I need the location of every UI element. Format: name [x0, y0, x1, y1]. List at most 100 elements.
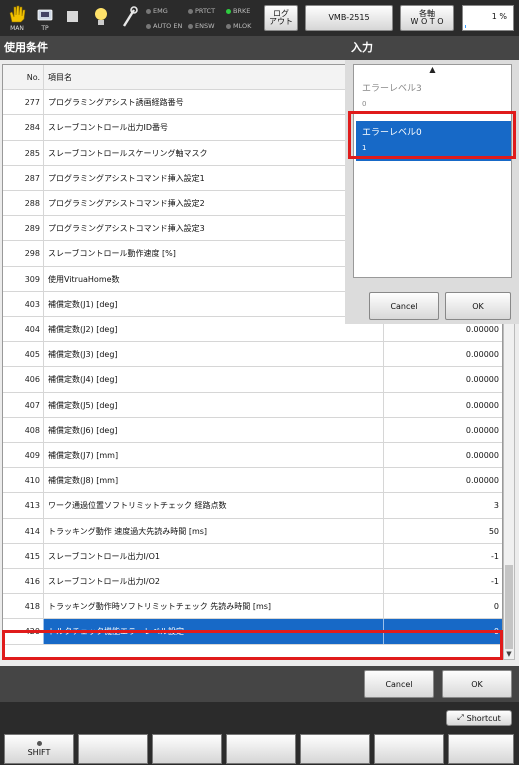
action-bar: Cancel OK [0, 666, 519, 702]
input-ok-button[interactable]: OK [445, 292, 511, 320]
row-name: 補償定数(J6) [deg] [43, 417, 383, 442]
row-name: 補償定数(J1) [deg] [43, 291, 383, 316]
table-row[interactable]: 418 トラッキング動作時ソフトリミットチェック 先読み時間 [ms] 0 [3, 594, 502, 620]
function-key-1[interactable] [78, 734, 148, 764]
row-number: 408 [24, 425, 40, 435]
table-row[interactable]: 420 トルクチェック機能エラーレベル設定 0 [3, 619, 502, 645]
top-status-bar: MAN TP EMG PRTCT BRKE AUTO EN ENSW MLOK … [0, 0, 519, 36]
function-key-6[interactable] [448, 734, 514, 764]
coordinate-button[interactable]: 各軸 W O T O [400, 5, 454, 31]
row-number: 413 [24, 501, 40, 511]
wrench-icon[interactable] [116, 4, 142, 32]
row-value: -1 [383, 569, 502, 594]
row-value: 0.00000 [383, 417, 502, 442]
row-number: 309 [24, 274, 40, 284]
row-number: 285 [24, 148, 40, 158]
table-row[interactable]: 409 補償定数(J7) [mm] 0.00000 [3, 443, 502, 469]
tp-label: TP [41, 25, 49, 32]
row-number: 415 [24, 551, 40, 561]
mode-label: MAN [10, 25, 24, 32]
option-value: 1 [362, 144, 367, 152]
row-value: 0.00000 [383, 342, 502, 367]
row-number: 288 [24, 199, 40, 208]
row-name: ワーク通過位置ソフトリミットチェック 経路点数 [43, 493, 383, 518]
table-row[interactable]: 415 スレーブコントロール出力I/O1 -1 [3, 543, 502, 569]
scroll-down-icon[interactable]: ▼ [504, 649, 514, 659]
row-name: プログラミングアシスト誘画経路番号 [43, 90, 383, 115]
row-name: プログラミングアシストコマンド挿入設定1 [43, 165, 383, 190]
row-number: 416 [24, 577, 40, 586]
shortcut-button[interactable]: ⤢ Shortcut [446, 710, 512, 726]
input-panel-title: 入力 [345, 36, 519, 60]
row-value: 0.00000 [383, 392, 502, 417]
function-key-2[interactable] [152, 734, 222, 764]
lamp-dot [188, 23, 193, 29]
row-name: トラッキング動作 速度過大先読み時間 [ms] [43, 518, 383, 543]
shift-key[interactable]: SHIFT [4, 734, 74, 764]
lamp-dot [226, 8, 231, 14]
row-number: 403 [24, 299, 40, 309]
stop-icon[interactable] [60, 4, 86, 32]
scrollbar-thumb[interactable] [505, 565, 513, 649]
row-name: トラッキング動作時ソフトリミットチェック 先読み時間 [ms] [43, 594, 383, 619]
row-value: 0 [383, 594, 502, 619]
row-number: 405 [24, 350, 40, 360]
row-name: 補償定数(J3) [deg] [43, 342, 383, 367]
row-name: スレーブコントロール動作速度 [%] [43, 241, 383, 266]
option-error-level-0[interactable]: エラーレベル0 1 [356, 121, 511, 161]
lamp-brke: BRKE [226, 7, 250, 15]
logout-button[interactable]: ログ アウト [264, 5, 298, 31]
bulb-icon[interactable] [88, 4, 114, 32]
option-list: ▲ エラーレベル3 0 エラーレベル0 1 [353, 64, 512, 278]
cancel-button[interactable]: Cancel [364, 670, 434, 698]
table-row[interactable]: 414 トラッキング動作 速度過大先読み時間 [ms] 50 [3, 518, 502, 544]
row-number: 277 [24, 98, 40, 108]
table-row[interactable]: 406 補償定数(J4) [deg] 0.00000 [3, 367, 502, 393]
row-number: 410 [24, 476, 40, 486]
header-name: 項目名 [43, 65, 383, 90]
table-row[interactable]: 405 補償定数(J3) [deg] 0.00000 [3, 342, 502, 368]
row-value: -1 [383, 543, 502, 568]
input-panel: ▲ エラーレベル3 0 エラーレベル0 1 Cancel OK [345, 60, 519, 324]
row-number: 406 [24, 375, 40, 385]
ok-button[interactable]: OK [442, 670, 512, 698]
row-value: 0 [383, 619, 502, 644]
row-name: 使用VitruaHome数 [43, 266, 383, 291]
row-name: 補償定数(J8) [mm] [43, 468, 383, 493]
lamp-mlok: MLOK [226, 22, 251, 30]
row-number: 284 [24, 123, 40, 133]
row-value: 0.00000 [383, 443, 502, 468]
row-name: 補償定数(J7) [mm] [43, 443, 383, 468]
scroll-up-icon[interactable]: ▲ [354, 65, 511, 75]
shift-dot-icon [36, 741, 42, 746]
lamp-dot [188, 8, 193, 14]
row-number: 287 [24, 173, 40, 183]
table-row[interactable]: 410 補償定数(J8) [mm] 0.00000 [3, 468, 502, 494]
row-name: スレーブコントロールスケーリング軸マスク [43, 140, 383, 165]
robot-name-button[interactable]: VMB-2515 [305, 5, 393, 31]
option-name: エラーレベル0 [362, 128, 422, 138]
table-row[interactable]: 413 ワーク通過位置ソフトリミットチェック 経路点数 3 [3, 493, 502, 519]
option-error-level-3[interactable]: エラーレベル3 0 [356, 77, 511, 117]
shortcut-icon: ⤢ [457, 713, 464, 722]
row-number: 418 [24, 602, 40, 612]
table-row[interactable]: 416 スレーブコントロール出力I/O2 -1 [3, 569, 502, 595]
lamp-auto-en: AUTO EN [146, 22, 182, 30]
function-key-5[interactable] [374, 734, 444, 764]
hand-icon[interactable]: MAN [4, 4, 30, 32]
table-row[interactable]: 408 補償定数(J6) [deg] 0.00000 [3, 417, 502, 443]
row-name: スレーブコントロール出力I/O2 [43, 569, 383, 594]
input-cancel-button[interactable]: Cancel [369, 292, 439, 320]
function-key-3[interactable] [226, 734, 296, 764]
row-name: プログラミングアシストコマンド挿入設定3 [43, 216, 383, 241]
row-name: トルクチェック機能エラーレベル設定 [43, 619, 383, 644]
option-value: 0 [362, 100, 367, 108]
table-row[interactable]: 407 補償定数(J5) [deg] 0.00000 [3, 392, 502, 418]
row-number: 420 [3, 619, 43, 644]
row-value: 0.00000 [383, 367, 502, 392]
row-number: 298 [24, 249, 40, 259]
speed-override[interactable]: 1 % [462, 5, 514, 31]
function-key-4[interactable] [300, 734, 370, 764]
teach-pendant-icon[interactable]: TP [32, 4, 58, 32]
panel-title: 使用条件 [0, 36, 345, 60]
